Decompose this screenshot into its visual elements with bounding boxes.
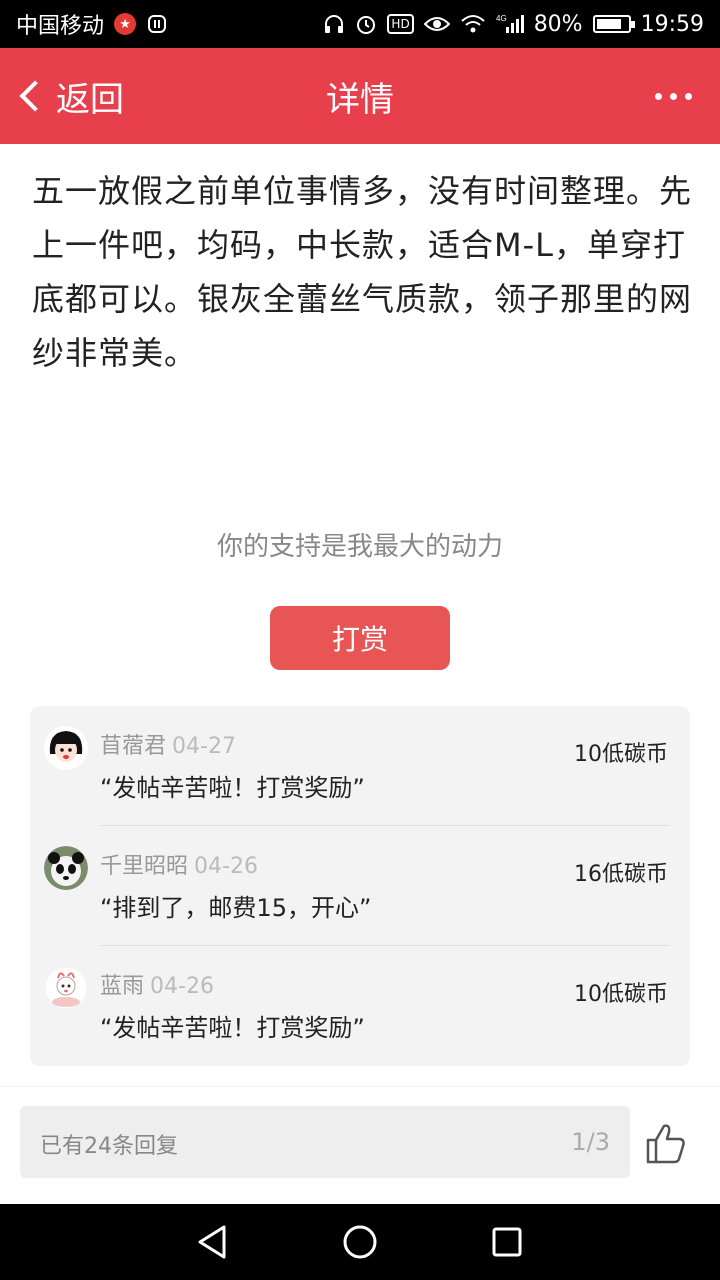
alarm-icon xyxy=(355,13,377,35)
tip-row[interactable]: 苜蓿君 04-27 “发帖辛苦啦！打赏奖励” 10低碳币 xyxy=(30,706,690,826)
more-dot xyxy=(670,92,677,100)
tip-button[interactable]: 打赏 xyxy=(270,606,450,670)
system-nav-bar xyxy=(0,1204,720,1280)
post-body: 五一放假之前单位事情多，没有时间整理。先上一件吧，均码，中长款，适合M-L，单穿… xyxy=(32,172,693,372)
support-text: 你的支持是我最大的动力 xyxy=(216,532,503,562)
nav-back-button[interactable] xyxy=(193,1222,233,1262)
headset-icon xyxy=(323,13,345,35)
tip-message: “发帖辛苦啦！打赏奖励” xyxy=(100,1014,365,1042)
like-button[interactable] xyxy=(640,1118,692,1170)
wifi-icon xyxy=(460,14,486,34)
battery-percent: 80% xyxy=(533,11,583,37)
tipper-name-text: 蓝雨 xyxy=(100,974,145,999)
tipper-name: 千里昭昭 04-26 xyxy=(100,848,258,880)
tip-date: 04-26 xyxy=(194,854,258,879)
nav-recents-button[interactable] xyxy=(487,1222,527,1262)
girl-avatar[interactable] xyxy=(44,726,88,770)
carrier-label: 中国移动 xyxy=(16,14,105,39)
battery-fill xyxy=(596,19,621,29)
thumbs-up-icon xyxy=(646,1124,685,1164)
tipper-name-text: 千里昭昭 xyxy=(100,854,189,879)
reply-placeholder: 已有24条回复 xyxy=(40,1134,178,1159)
page-indicator[interactable]: 1/3 xyxy=(571,1128,610,1156)
tipper-name: 苜蓿君 04-27 xyxy=(100,728,236,760)
tip-message: “排到了，邮费15，开心” xyxy=(100,894,372,922)
tip-amount: 10低碳币 xyxy=(574,982,668,1007)
eye-icon xyxy=(423,14,450,34)
tip-date: 04-26 xyxy=(150,974,214,999)
notification-icon xyxy=(146,13,168,35)
back-label: 返回 xyxy=(56,79,124,120)
app-header: 返回 详情 xyxy=(0,48,720,144)
cartoon-avatar[interactable] xyxy=(44,966,88,1010)
tip-message: “发帖辛苦啦！打赏奖励” xyxy=(100,774,365,802)
tips-list: 苜蓿君 04-27 “发帖辛苦啦！打赏奖励” 10低碳币 千里昭昭 04-26 “排… xyxy=(30,706,690,1066)
back-button[interactable]: 返回 xyxy=(14,48,124,144)
more-button[interactable] xyxy=(655,48,692,144)
triangle-back-icon xyxy=(198,1225,226,1259)
more-dot xyxy=(655,92,662,100)
more-dot xyxy=(685,92,692,100)
status-left: 中国移动 ★ xyxy=(16,8,168,40)
tipper-name: 蓝雨 04-26 xyxy=(100,968,214,1000)
chevron-left-icon xyxy=(19,80,51,112)
circle-home-icon xyxy=(343,1225,377,1259)
signal-icon: 4G xyxy=(496,13,524,35)
panda-avatar[interactable] xyxy=(44,846,88,890)
nav-home-button[interactable] xyxy=(340,1222,380,1262)
status-bar: 中国移动 ★ HD 4G 80% 19:59 xyxy=(0,0,720,48)
tip-row[interactable]: 蓝雨 04-26 “发帖辛苦啦！打赏奖励” 10低碳币 xyxy=(30,946,690,1066)
square-recents-icon xyxy=(492,1227,522,1257)
hd-icon: HD xyxy=(387,14,414,34)
status-right: HD 4G 80% 19:59 xyxy=(323,12,704,37)
tip-date: 04-27 xyxy=(172,734,236,759)
tipper-name-text: 苜蓿君 xyxy=(100,734,167,759)
battery-icon xyxy=(592,15,635,33)
tip-row[interactable]: 千里昭昭 04-26 “排到了，邮费15，开心” 16低碳币 xyxy=(30,826,690,946)
star-badge-icon: ★ xyxy=(114,13,137,35)
clock: 19:59 xyxy=(640,11,704,37)
page-title: 详情 xyxy=(326,79,394,120)
reply-input[interactable]: 已有24条回复 1/3 xyxy=(20,1106,630,1178)
tip-amount: 10低碳币 xyxy=(574,742,668,767)
tip-amount: 16低碳币 xyxy=(574,862,668,887)
divider xyxy=(0,1086,720,1087)
svg-text:4G: 4G xyxy=(496,14,507,23)
